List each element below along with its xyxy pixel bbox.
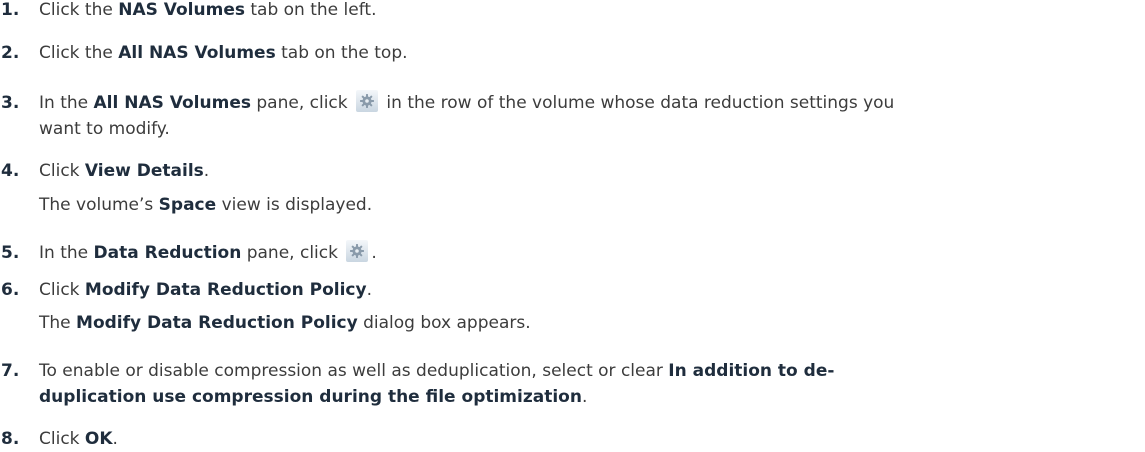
step-4: 4. Click View Details. [0, 158, 1130, 184]
step-text: Click View Details. [39, 158, 1130, 184]
step-number: 4. [1, 161, 20, 181]
step-text: In the Data Reduction pane, click . [39, 240, 1130, 266]
step-bold-label: All NAS Volumes [93, 93, 251, 113]
step-text-mid: pane, click [250, 93, 354, 113]
step-bold-label: NAS Volumes [118, 0, 245, 20]
step-2: 2. Click the All NAS Volumes tab on the … [0, 40, 1130, 66]
step-text: In the All NAS Volumes pane, click in th… [39, 90, 1130, 116]
step-text: Click the All NAS Volumes tab on the top… [39, 40, 1130, 66]
step-6-result: The Modify Data Reduction Policy dialog … [0, 310, 1130, 336]
step-text-post: . [203, 161, 210, 181]
step-text-post: tab on the top. [275, 43, 408, 63]
step-text-pre: Click [39, 429, 85, 449]
step-text-mid: pane, click [241, 243, 344, 263]
result-bold-label: Modify Data Reduction Policy [76, 313, 358, 333]
step-bold-label: Data Reduction [93, 243, 242, 263]
result-text-pre: The [39, 313, 77, 333]
step-text-pre: In the [39, 93, 94, 113]
step-6: 6. Click Modify Data Reduction Policy. [0, 277, 1130, 303]
step-bold-label: Modify Data Reduction Policy [84, 280, 367, 300]
step-number: 2. [1, 43, 20, 63]
gear-icon [346, 240, 369, 262]
step-text-continued: duplication use compression during the f… [39, 384, 1130, 410]
result-text-pre: The volume’s [39, 195, 159, 215]
step-text-continued: want to modify. [39, 119, 170, 139]
step-bold-label: OK [84, 429, 113, 449]
step-text-pre: In the [39, 243, 94, 263]
step-number: 5. [1, 243, 20, 263]
step-number: 8. [1, 429, 20, 449]
step-text: Click the NAS Volumes tab on the left. [39, 0, 1130, 23]
step-bold-label-continued: duplication use compression during the f… [39, 387, 582, 407]
step-number: 6. [1, 280, 20, 300]
step-8: 8. Click OK. [0, 426, 1130, 452]
step-text-post: tab on the left. [244, 0, 377, 20]
step-4-result: The volume’s Space view is displayed. [0, 192, 1130, 218]
step-text-post: . [371, 243, 377, 263]
step-text: Click Modify Data Reduction Policy. [39, 277, 1130, 303]
step-5: 5. In the Data Reduction pane, click . [0, 240, 1130, 266]
step-7: 7. To enable or disable compression as w… [0, 358, 1130, 410]
instruction-steps: 1. Click the NAS Volumes tab on the left… [0, 0, 1145, 451]
step-bold-label: All NAS Volumes [118, 43, 276, 63]
step-3: 3. In the All NAS Volumes pane, click in… [0, 90, 1130, 142]
gear-icon [356, 90, 379, 112]
step-text-pre: Click the [39, 0, 119, 20]
step-number: 3. [1, 93, 20, 113]
step-bold-label: In addition to de- [668, 361, 835, 381]
step-text-post: . [112, 429, 118, 449]
step-text-pre: Click [39, 161, 85, 181]
result-text-post: dialog box appears. [357, 313, 531, 333]
step-text-post: . [581, 387, 588, 407]
step-result-text: The Modify Data Reduction Policy dialog … [39, 310, 1130, 336]
step-bold-label: View Details [84, 161, 204, 181]
step-text: To enable or disable compression as well… [39, 358, 1130, 384]
step-text-post: . [366, 280, 372, 300]
step-number: 1. [1, 0, 20, 20]
step-1: 1. Click the NAS Volumes tab on the left… [0, 0, 1130, 23]
step-text-pre: To enable or disable compression as well… [39, 361, 669, 381]
step-text-pre: Click the [39, 43, 119, 63]
step-text: Click OK. [39, 426, 1130, 452]
result-text-post: view is displayed. [216, 195, 373, 215]
step-text-post: in the row of the volume whose data redu… [381, 93, 895, 113]
step-number: 7. [1, 361, 20, 381]
step-result-text: The volume’s Space view is displayed. [39, 192, 1130, 218]
result-bold-label: Space [158, 195, 217, 215]
step-text-pre: Click [39, 280, 85, 300]
